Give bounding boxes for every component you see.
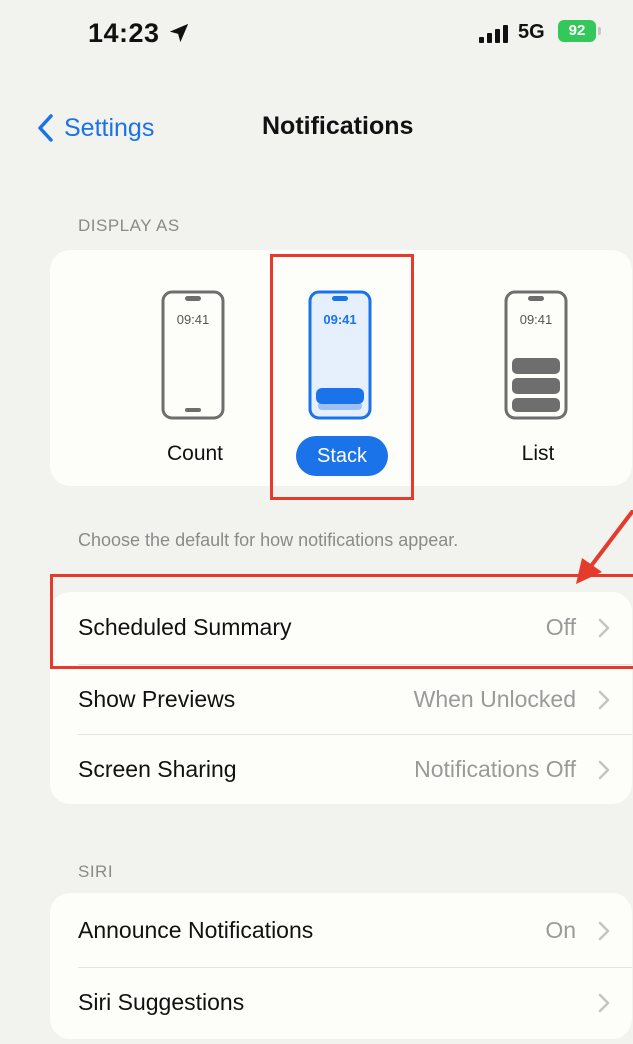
page-title: Notifications [262,112,414,140]
chevron-right-icon [598,993,610,1013]
display-option-count[interactable]: 09:41 Count [125,250,265,486]
siri-settings-card: Announce Notifications On Siri Suggestio… [50,893,632,1039]
red-arrow-annotation [576,510,633,584]
row-value-screen-sharing: Notifications Off [414,756,576,782]
row-show-previews[interactable]: Show Previews When Unlocked [50,664,632,736]
location-arrow-icon [169,23,189,43]
chevron-right-icon [598,921,610,941]
battery-icon: 92 [558,20,596,42]
display-option-label-count: Count [166,442,224,465]
row-label-announce-notifications: Announce Notifications [78,917,314,943]
back-label: Settings [64,113,155,142]
chevron-left-icon [38,114,53,142]
battery-tip [598,27,601,35]
row-value-announce-notifications: On [545,917,576,943]
row-siri-suggestions[interactable]: Siri Suggestions [50,967,632,1039]
phone-list-time: 09:41 [520,312,553,327]
display-option-list[interactable]: 09:41 List [468,250,608,486]
phone-count-icon: 09:41 [161,290,225,420]
section-header-display-as: DISPLAY AS [78,216,180,235]
cellular-signal-icon [479,25,508,43]
chevron-right-icon [598,690,610,710]
back-button[interactable]: Settings [36,108,154,148]
scheduled-summary-highlight-box [50,574,633,669]
phone-list-icon: 09:41 [504,290,568,420]
status-bar: 14:23 5G 92 [0,0,633,70]
stack-highlight-box [270,254,414,500]
display-as-footer: Choose the default for how notifications… [78,530,459,550]
nav-bar: Settings Notifications [0,100,633,156]
row-screen-sharing[interactable]: Screen Sharing Notifications Off [50,734,632,806]
phone-count-time: 09:41 [177,312,210,327]
row-label-screen-sharing: Screen Sharing [78,756,237,782]
status-time: 14:23 [88,18,160,48]
section-header-siri: SIRI [78,862,114,881]
row-label-show-previews: Show Previews [78,686,236,712]
display-option-label-list: List [521,442,555,465]
chevron-right-icon [598,760,610,780]
network-type: 5G [518,21,545,43]
row-value-show-previews: When Unlocked [413,686,576,712]
row-label-siri-suggestions: Siri Suggestions [78,989,245,1015]
row-announce-notifications[interactable]: Announce Notifications On [50,895,632,967]
